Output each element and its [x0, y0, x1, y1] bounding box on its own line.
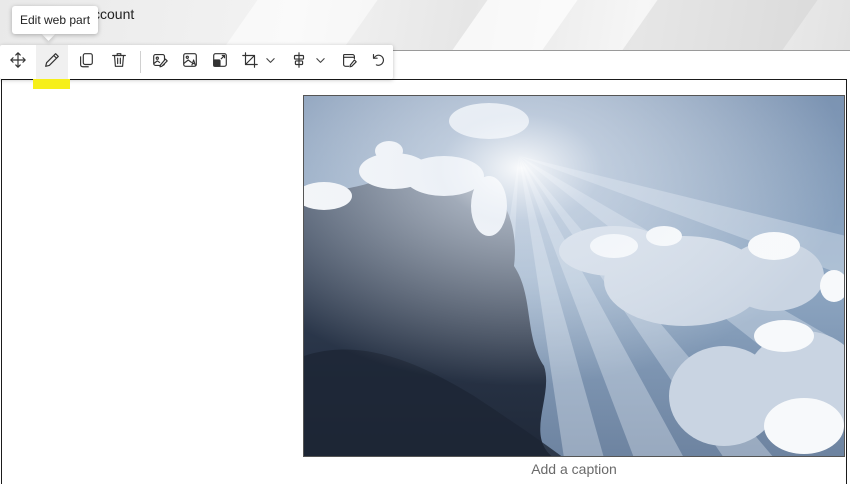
resize-image-button[interactable]: [204, 45, 236, 79]
crop-icon: [241, 51, 259, 74]
duplicate-button[interactable]: [70, 45, 102, 79]
edit-image-button[interactable]: [144, 45, 176, 79]
align-options-dropdown[interactable]: [308, 45, 332, 79]
chevron-down-icon: [265, 53, 276, 71]
trash-icon: [110, 51, 128, 74]
toolbar-divider: [140, 51, 141, 73]
chevron-down-icon: [315, 53, 326, 71]
image-resize-icon: [211, 51, 229, 74]
page: ccount Add a caption Edit web part: [0, 0, 850, 484]
highlight-marker: [33, 79, 70, 89]
sky-clouds-photo: [304, 96, 844, 456]
properties-edit-icon: [340, 51, 358, 74]
reset-button[interactable]: [362, 45, 394, 79]
move-icon: [9, 51, 27, 74]
align-icon: [290, 51, 308, 74]
site-title[interactable]: ccount: [93, 6, 134, 22]
image-web-part[interactable]: [303, 95, 845, 457]
web-part-toolbar: [0, 45, 393, 79]
pencil-icon: [43, 51, 61, 74]
image-edit-icon: [151, 51, 169, 74]
copy-icon: [77, 51, 95, 74]
move-button[interactable]: [2, 45, 34, 79]
image-caption-input[interactable]: Add a caption: [303, 461, 845, 477]
undo-icon: [369, 51, 387, 74]
alt-text-button[interactable]: [174, 45, 206, 79]
image-alt-text-icon: [181, 51, 199, 74]
edit-web-part-tooltip: Edit web part: [12, 6, 99, 34]
site-header-banner: ccount: [0, 0, 850, 51]
edit-properties-button[interactable]: [333, 45, 365, 79]
edit-web-part-button[interactable]: [36, 45, 68, 79]
delete-button[interactable]: [103, 45, 135, 79]
crop-options-dropdown[interactable]: [258, 45, 282, 79]
